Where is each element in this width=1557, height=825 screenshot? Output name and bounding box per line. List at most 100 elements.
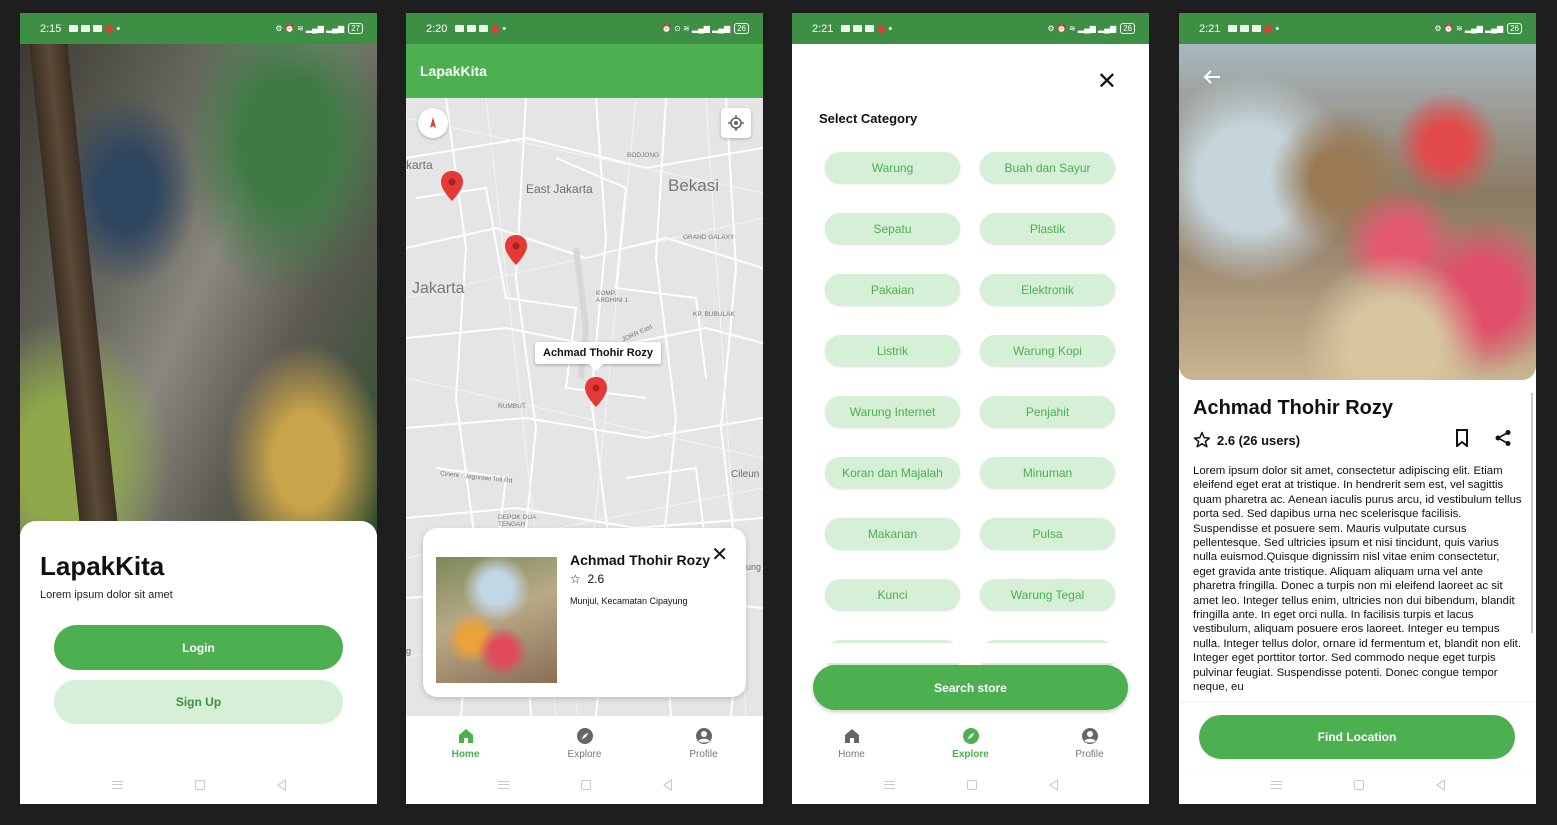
status-time: 2:20 (426, 22, 448, 35)
nav-explore[interactable]: Explore (911, 716, 1030, 770)
store-description: Lorem ipsum dolor sit amet, consectetur … (1193, 465, 1522, 694)
status-time: 2:21 (1199, 22, 1221, 35)
nav-home-label: Home (451, 748, 480, 760)
login-button[interactable]: Login (54, 625, 343, 670)
crosshair-icon (728, 115, 744, 131)
category-chip[interactable]: Warung Internet (825, 396, 960, 427)
status-time: 2:15 (40, 22, 62, 35)
map-label: ung (746, 562, 762, 572)
category-chip[interactable]: Plastik (980, 213, 1115, 244)
store-rating: 2.6 (26 users) (1193, 431, 1300, 449)
map-label: Cileun (731, 469, 760, 480)
map-label: Jakarta (412, 280, 465, 297)
home-system-icon[interactable] (1353, 780, 1364, 790)
bottom-navigation: Home Explore Profile (792, 716, 1149, 770)
battery-icon: 26 (734, 23, 749, 34)
welcome-sheet: LapakKita Lorem ipsum dolor sit amet Log… (20, 521, 377, 804)
category-chip[interactable]: Sepatu (825, 213, 960, 244)
map-label: RUMBUT (498, 403, 526, 410)
app-bar-title: LapakKita (420, 63, 487, 79)
nav-profile[interactable]: Profile (1030, 716, 1149, 770)
signup-button[interactable]: Sign Up (54, 680, 343, 724)
system-icons: ⚙ ⏰ ≋ ▂▄▆ ▂▄▆ 26 (1434, 23, 1522, 34)
category-chip[interactable]: Warung Kopi (980, 335, 1115, 366)
back-system-icon[interactable] (1048, 779, 1058, 791)
nav-home[interactable]: Home (792, 716, 911, 770)
store-rating-value: 2.6 (587, 572, 605, 586)
nav-explore-label: Explore (567, 748, 602, 760)
compass-icon (576, 727, 593, 744)
home-system-icon[interactable] (580, 780, 591, 790)
category-screen: 2:21 • ⚙ ⏰ ≋ ▂▄▆ ▂▄▆ 26 ✕ Select Categor… (792, 13, 1149, 804)
notification-icons: • (841, 23, 892, 35)
category-chip[interactable]: Pulsa (980, 518, 1115, 549)
battery-icon: 26 (1507, 23, 1522, 34)
map-label: g (406, 646, 412, 656)
app-title: LapakKita (40, 551, 165, 581)
store-preview-card[interactable]: Achmad Thohir Rozy ☆ 2.6 Munjul, Kecamat… (423, 528, 746, 697)
star-outline-icon (1193, 431, 1211, 448)
account-circle-icon (1081, 727, 1098, 744)
category-chip[interactable]: Kunci (825, 579, 960, 610)
search-store-button[interactable]: Search store (813, 665, 1128, 710)
back-arrow-icon[interactable] (1203, 69, 1221, 90)
bottom-navigation: Home Explore Profile (406, 716, 763, 770)
category-chip[interactable]: Elektronik (980, 274, 1115, 305)
category-chip[interactable]: Minuman (980, 457, 1115, 488)
home-icon (844, 728, 859, 743)
find-location-button[interactable]: Find Location (1199, 715, 1515, 759)
system-nav-bar (1179, 766, 1536, 804)
nav-home-label: Home (838, 748, 865, 760)
scrollbar[interactable] (1531, 393, 1533, 633)
nav-explore[interactable]: Explore (525, 716, 644, 770)
app-bar: LapakKita (406, 44, 763, 98)
compass-button[interactable] (418, 108, 448, 138)
nav-home[interactable]: Home (406, 716, 525, 770)
recents-icon[interactable] (883, 781, 895, 789)
bookmark-icon[interactable] (1454, 429, 1470, 447)
close-icon[interactable]: ✕ (711, 545, 728, 565)
recents-icon[interactable] (497, 781, 509, 789)
close-icon[interactable]: ✕ (1097, 70, 1117, 94)
category-chip[interactable]: Makanan (825, 518, 960, 549)
status-bar: 2:20 • ⏰ ⊙ ≋ ▂▄▆ ▂▄▆ 26 (406, 13, 763, 44)
category-chip[interactable]: Koran dan Majalah (825, 457, 960, 488)
back-system-icon[interactable] (1435, 779, 1445, 791)
map-label: BODJONG (627, 152, 660, 159)
store-thumbnail (436, 557, 557, 683)
my-location-button[interactable] (721, 108, 751, 138)
store-detail-screen: 2:21 • ⚙ ⏰ ≋ ▂▄▆ ▂▄▆ 26 Achmad Thohir Ro… (1179, 13, 1536, 804)
system-icons: ⚙ ⏰ ≋ ▂▄▆ ▂▄▆ 27 (275, 23, 363, 34)
nav-profile[interactable]: Profile (644, 716, 763, 770)
map-label: GRAND GALAXY (683, 234, 735, 241)
back-system-icon[interactable] (662, 779, 672, 791)
category-chip[interactable]: Listrik (825, 335, 960, 366)
compass-icon (962, 727, 979, 744)
app-tagline: Lorem ipsum dolor sit amet (40, 589, 173, 601)
battery-icon: 26 (1120, 23, 1135, 34)
category-chip[interactable]: Warung (825, 152, 960, 183)
notification-icons: • (69, 23, 120, 35)
map-label: KP. BUBULAK (693, 311, 735, 318)
compass-icon (430, 117, 436, 128)
home-system-icon[interactable] (966, 780, 977, 790)
recents-icon[interactable] (111, 781, 123, 789)
store-marker-pin[interactable] (441, 171, 463, 201)
back-system-icon[interactable] (276, 779, 286, 791)
recents-icon[interactable] (1270, 781, 1282, 789)
category-chip[interactable]: Warung Tegal (980, 579, 1115, 610)
market-hero-image (20, 44, 377, 534)
category-chip[interactable]: Buah dan Sayur (980, 152, 1115, 183)
marker-info-window[interactable]: Achmad Thohir Rozy (535, 342, 662, 371)
welcome-screen: 2:15 • ⚙ ⏰ ≋ ▂▄▆ ▂▄▆ 27 LapakKita Lorem … (20, 13, 377, 804)
store-marker-pin[interactable] (505, 235, 527, 265)
category-chip[interactable]: Penjahit (980, 396, 1115, 427)
share-icon[interactable] (1494, 429, 1512, 447)
system-nav-bar (406, 766, 763, 804)
nav-explore-label: Explore (952, 748, 989, 760)
home-system-icon[interactable] (194, 780, 205, 790)
status-bar: 2:21 • ⚙ ⏰ ≋ ▂▄▆ ▂▄▆ 26 (1179, 13, 1536, 44)
store-photo (1179, 44, 1536, 380)
category-chip[interactable]: Pakaian (825, 274, 960, 305)
selected-store-marker-pin[interactable] (585, 377, 607, 407)
